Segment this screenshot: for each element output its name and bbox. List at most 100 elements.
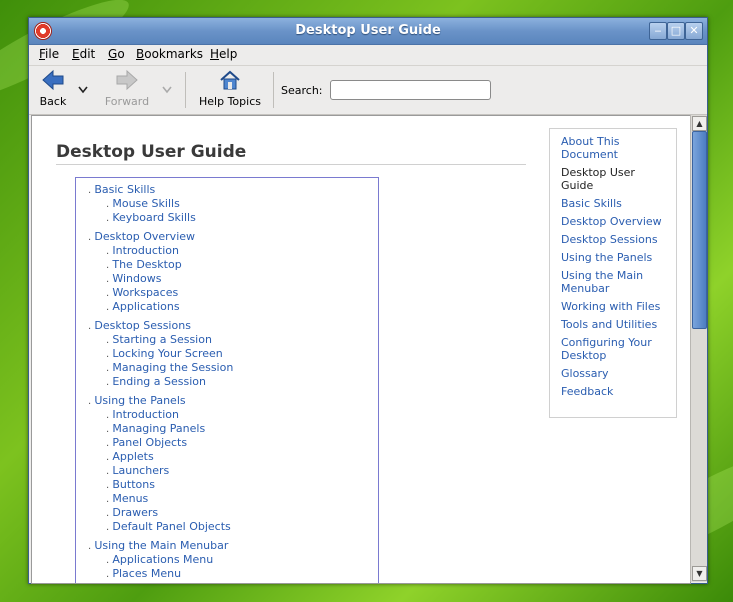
menu-edit[interactable]: Edit (72, 47, 95, 61)
sidebar-item-label[interactable]: Feedback (561, 385, 673, 398)
sidebar-item[interactable]: Desktop Sessions (561, 233, 673, 246)
window-titlebar[interactable]: Desktop User Guide ‒ □ ✕ (29, 18, 707, 45)
toc-subsection: . Launchers (106, 464, 169, 477)
maximize-button[interactable]: □ (667, 22, 685, 40)
sidebar-item[interactable]: Using the Main Menubar (561, 269, 673, 295)
document-view[interactable]: Desktop User Guide . Basic Skills. Mouse… (31, 115, 691, 584)
search-input[interactable] (330, 80, 491, 100)
toc-link[interactable]: Desktop Sessions (94, 319, 191, 332)
menu-bookmarks[interactable]: Bookmarks (136, 47, 203, 61)
back-button[interactable]: Back (33, 66, 73, 112)
sidebar-item-label[interactable]: Basic Skills (561, 197, 673, 210)
search-label: Search: (281, 84, 323, 97)
toc-link[interactable]: Default Panel Objects (112, 520, 230, 533)
sidebar-item-label[interactable]: Using the Main (561, 269, 673, 282)
sidebar-item[interactable]: Using the Panels (561, 251, 673, 264)
toolbar-separator (273, 72, 274, 108)
toc-subsection: . Panel Objects (106, 436, 187, 449)
title-divider (56, 164, 526, 165)
sidebar-item[interactable]: Feedback (561, 385, 673, 398)
toc-link[interactable]: Drawers (112, 506, 158, 519)
toc-link[interactable]: Applets (112, 450, 153, 463)
sidebar-item-label[interactable]: About This (561, 135, 673, 148)
toc-link[interactable]: Locking Your Screen (112, 347, 222, 360)
window-title: Desktop User Guide (295, 23, 441, 38)
sidebar-item[interactable]: About This Document (561, 135, 673, 161)
toc-section: . Using the Main Menubar (88, 539, 228, 552)
sidebar-item[interactable]: Configuring Your Desktop (561, 336, 673, 362)
sidebar-item-label: Desktop User (561, 166, 635, 179)
toc-link[interactable]: Applications Menu (112, 553, 213, 566)
menu-help[interactable]: Help (210, 47, 237, 61)
sidebar-item-label[interactable]: Document (561, 148, 673, 161)
toc-section: . Desktop Sessions (88, 319, 191, 332)
vertical-scrollbar[interactable]: ▲ ▼ (690, 115, 707, 582)
sidebar-item[interactable]: Tools and Utilities (561, 318, 673, 331)
toc-link[interactable]: Applications (112, 300, 179, 313)
sidebar-item-label[interactable]: Using the Panels (561, 251, 673, 264)
sidebar-item-label[interactable]: Working with Files (561, 300, 673, 313)
toc-link[interactable]: Using the Main Menubar (94, 539, 228, 552)
back-arrow-icon (42, 69, 64, 91)
menu-go[interactable]: Go (108, 47, 125, 61)
sidebar-item[interactable]: Basic Skills (561, 197, 673, 210)
sidebar-item[interactable]: Glossary (561, 367, 673, 380)
toc-subsection: . Locking Your Screen (106, 347, 223, 360)
toc-subsection: . Drawers (106, 506, 158, 519)
forward-button[interactable]: Forward (101, 66, 153, 112)
sidebar-item-label[interactable]: Desktop Overview (561, 215, 673, 228)
toc-link[interactable]: Launchers (112, 464, 169, 477)
scroll-down-button[interactable]: ▼ (692, 566, 707, 581)
toc-link[interactable]: Workspaces (112, 286, 178, 299)
toc-link[interactable]: Ending a Session (112, 375, 206, 388)
toc-link[interactable]: Basic Skills (94, 183, 155, 196)
toc-subsection: . Mouse Skills (106, 197, 180, 210)
toc-link[interactable]: Windows (112, 272, 161, 285)
forward-label: Forward (104, 95, 150, 108)
sidebar-item-label[interactable]: Menubar (561, 282, 673, 295)
toc-subsection: . Starting a Session (106, 333, 212, 346)
toc-link[interactable]: Managing Panels (112, 422, 205, 435)
toolbar-separator (185, 72, 186, 108)
back-history-dropdown[interactable] (75, 66, 91, 112)
toc-subsection: . Places Menu (106, 567, 181, 580)
toc-link[interactable]: Starting a Session (112, 333, 212, 346)
sidebar-item-label[interactable]: Configuring Your (561, 336, 673, 349)
toc-link[interactable]: Menus (112, 492, 148, 505)
help-browser-window: Desktop User Guide ‒ □ ✕ File Edit Go Bo… (28, 17, 708, 584)
scroll-up-button[interactable]: ▲ (692, 116, 707, 131)
sidebar-item-label[interactable]: Desktop Sessions (561, 233, 673, 246)
toc-subsection: . Applications (106, 300, 180, 313)
minimize-button[interactable]: ‒ (649, 22, 667, 40)
home-icon (220, 70, 240, 90)
help-topics-button[interactable]: Help Topics (195, 66, 265, 112)
sidebar-item-label[interactable]: Tools and Utilities (561, 318, 673, 331)
back-label: Back (39, 95, 67, 108)
chevron-down-icon (162, 86, 172, 94)
toc-subsection: . The Desktop (106, 258, 182, 271)
toc-link[interactable]: Introduction (112, 408, 179, 421)
toc-link[interactable]: Managing the Session (112, 361, 233, 374)
sidebar-item[interactable]: Desktop Overview (561, 215, 673, 228)
toc-link[interactable]: Panel Objects (112, 436, 187, 449)
toc-subsection: . Applets (106, 450, 154, 463)
forward-history-dropdown[interactable] (159, 66, 175, 112)
toc-link[interactable]: Mouse Skills (112, 197, 179, 210)
toc-link[interactable]: Introduction (112, 244, 179, 257)
toc-link[interactable]: Keyboard Skills (112, 211, 195, 224)
sidebar-item-label[interactable]: Desktop (561, 349, 673, 362)
toc-link[interactable]: The Desktop (112, 258, 181, 271)
scroll-thumb[interactable] (692, 131, 707, 329)
page-title: Desktop User Guide (56, 142, 247, 162)
help-topics-label: Help Topics (199, 95, 261, 108)
toc-link[interactable]: Desktop Overview (94, 230, 195, 243)
toc-link[interactable]: Places Menu (112, 567, 181, 580)
sidebar-item-label[interactable]: Glossary (561, 367, 673, 380)
sidebar-item[interactable]: Working with Files (561, 300, 673, 313)
toc-subsection: . Managing the Session (106, 361, 233, 374)
toc-link[interactable]: Buttons (112, 478, 155, 491)
toc-link[interactable]: Using the Panels (94, 394, 185, 407)
toc-subsection: . Ending a Session (106, 375, 206, 388)
close-button[interactable]: ✕ (685, 22, 703, 40)
menu-file[interactable]: File (39, 47, 59, 61)
